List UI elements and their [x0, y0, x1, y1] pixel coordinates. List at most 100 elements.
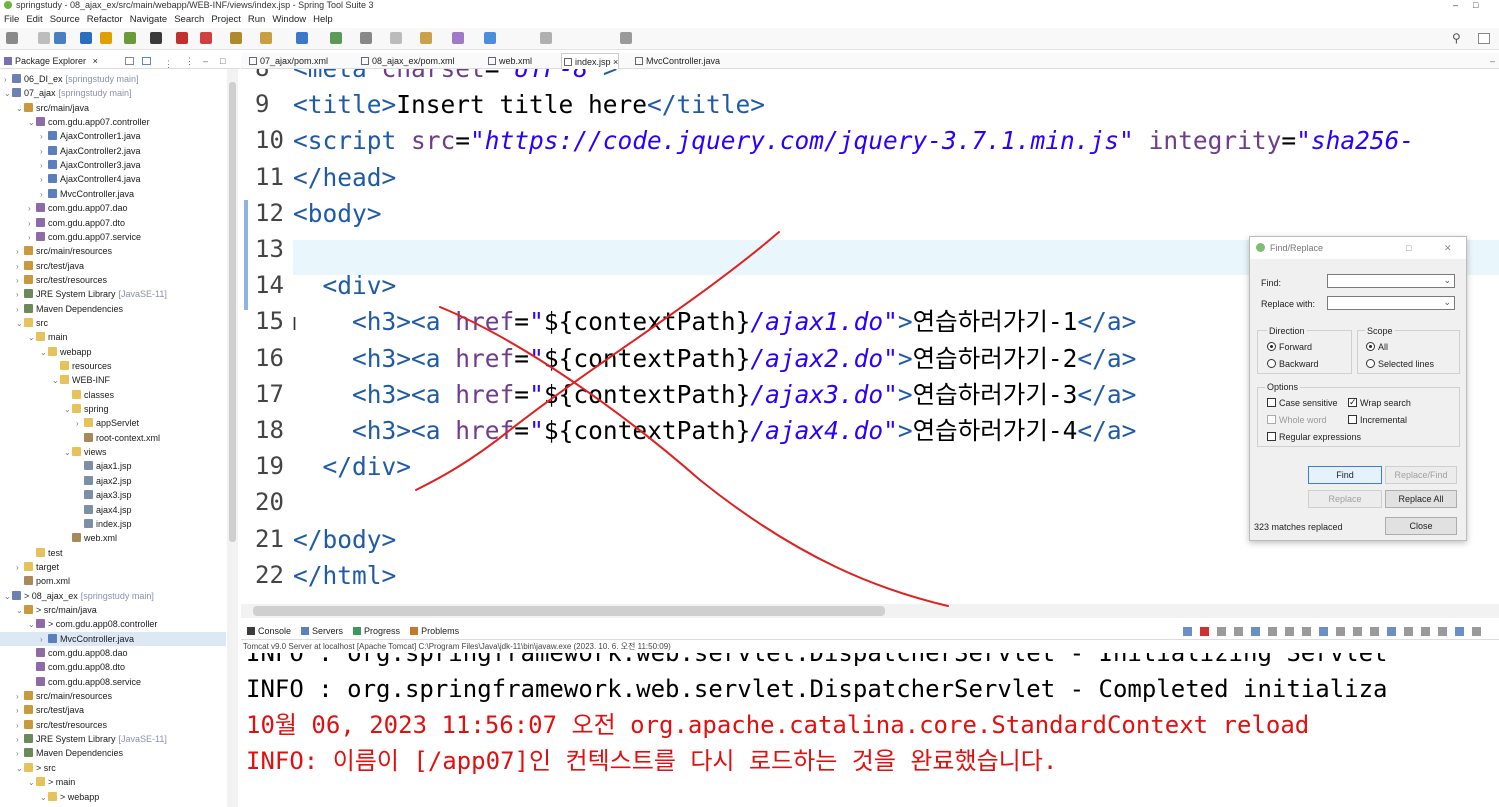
expanded-arrow-icon[interactable]: ⌄	[40, 791, 48, 805]
toolbar-button-icon[interactable]	[100, 32, 112, 44]
expanded-arrow-icon[interactable]: ⌄	[40, 346, 48, 360]
expanded-arrow-icon[interactable]: ⌄	[16, 604, 24, 618]
problems-tab[interactable]: Problems	[410, 626, 459, 636]
expanded-arrow-icon[interactable]: ⌄	[52, 374, 60, 388]
tree-item[interactable]: › AjaxController2.java	[0, 144, 141, 158]
menu-project[interactable]: Project	[211, 14, 241, 25]
tree-item[interactable]: resources	[0, 359, 112, 373]
tree-item[interactable]: ⌄ > webapp	[0, 790, 99, 804]
toolbar-button-icon[interactable]	[150, 32, 162, 44]
console-action-icon[interactable]	[1353, 627, 1362, 636]
maximize-button[interactable]: □	[1473, 0, 1478, 10]
tree-item[interactable]: › src/test/java	[0, 703, 84, 717]
console-output[interactable]: INFO : org.springframework.web.servlet.D…	[241, 653, 1499, 807]
console-action-icon[interactable]	[1336, 627, 1345, 636]
tree-item[interactable]: ⌄ webapp	[0, 345, 92, 359]
toolbar-button-icon[interactable]	[260, 32, 272, 44]
tree-item[interactable]: › src/test/java	[0, 259, 84, 273]
tree-item[interactable]: test	[0, 546, 63, 560]
editor-tab[interactable]: index.jsp ×	[561, 53, 620, 69]
expanded-arrow-icon[interactable]: ⌄	[16, 317, 24, 331]
collapsed-arrow-icon[interactable]: ›	[40, 159, 48, 173]
console-action-icon[interactable]	[1183, 627, 1192, 636]
menu-run[interactable]: Run	[248, 14, 265, 25]
toolbar-button-icon[interactable]	[54, 32, 66, 44]
tree-item[interactable]: › 06_DI_ex [springstudy main]	[0, 72, 139, 86]
tree-item[interactable]: › com.gdu.app07.dto	[0, 216, 125, 230]
tree-item[interactable]: ⌄ src	[0, 316, 48, 330]
selected-lines-radio[interactable]: Selected lines	[1366, 358, 1434, 370]
toolbar-button-icon[interactable]	[296, 32, 308, 44]
tree-item[interactable]: › JRE System Library [JavaSE-11]	[0, 287, 167, 301]
menu-help[interactable]: Help	[313, 14, 333, 25]
menu-navigate[interactable]: Navigate	[130, 14, 168, 25]
expanded-arrow-icon[interactable]: ⌄	[16, 102, 24, 116]
console-action-icon[interactable]	[1404, 627, 1413, 636]
menu-edit[interactable]: Edit	[26, 14, 42, 25]
replace-find-button[interactable]: Replace/Find	[1385, 466, 1457, 484]
tree-item[interactable]: pom.xml	[0, 574, 70, 588]
tree-item[interactable]: › Maven Dependencies	[0, 302, 123, 316]
close-icon[interactable]: ×	[611, 57, 618, 67]
code-line[interactable]: <h3><a href="${contextPath}/ajax1.do">연습…	[293, 304, 1136, 339]
editor-tab[interactable]: MvcController.java	[633, 53, 720, 69]
tree-item[interactable]: index.jsp	[0, 517, 132, 531]
toolbar-button-icon[interactable]	[484, 32, 496, 44]
tree-item[interactable]: ⌄ 07_ajax [springstudy main]	[0, 86, 132, 100]
collapsed-arrow-icon[interactable]: ›	[16, 561, 24, 575]
collapsed-arrow-icon[interactable]: ›	[28, 202, 36, 216]
package-explorer-scroll-thumb[interactable]	[229, 82, 236, 542]
tree-item[interactable]: › AjaxController3.java	[0, 158, 141, 172]
tree-item[interactable]: › AjaxController1.java	[0, 129, 141, 143]
tree-item[interactable]: › target	[0, 560, 59, 574]
tree-item[interactable]: › appServlet	[0, 416, 139, 430]
expanded-arrow-icon[interactable]: ⌄	[28, 116, 36, 130]
console-action-icon[interactable]	[1387, 627, 1396, 636]
perspective-icon[interactable]	[1478, 33, 1490, 44]
tree-item[interactable]: ⌄ views	[0, 445, 107, 459]
console-action-icon[interactable]	[1302, 627, 1311, 636]
code-line[interactable]: <body>	[293, 196, 382, 231]
tree-item[interactable]: ⌄ main	[0, 330, 68, 344]
find-input[interactable]: ⌄	[1327, 274, 1455, 288]
chevron-down-icon[interactable]: ⌄	[1443, 275, 1451, 286]
tree-item[interactable]: ajax1.jsp	[0, 459, 132, 473]
tree-item[interactable]: › src/test/resources	[0, 718, 107, 732]
collapsed-arrow-icon[interactable]: ›	[16, 245, 24, 259]
tree-item[interactable]: › JRE System Library [JavaSE-11]	[0, 732, 167, 746]
tree-item[interactable]: root-context.xml	[0, 431, 160, 445]
toolbar-button-icon[interactable]	[6, 32, 18, 44]
console-action-icon[interactable]	[1370, 627, 1379, 636]
package-explorer-tab[interactable]: Package Explorer	[15, 56, 86, 66]
console-action-icon[interactable]	[1251, 627, 1260, 636]
replace-input[interactable]: ⌄	[1327, 296, 1455, 310]
collapsed-arrow-icon[interactable]: ›	[16, 260, 24, 274]
toolbar-button-icon[interactable]	[330, 32, 342, 44]
code-line[interactable]: <div>	[293, 268, 397, 303]
minimize-view-icon[interactable]: –	[203, 53, 208, 69]
case-sensitive-checkbox[interactable]: Case sensitive	[1267, 397, 1338, 409]
console-action-icon[interactable]	[1234, 627, 1243, 636]
tree-item[interactable]: ⌄ com.gdu.app07.controller	[0, 115, 150, 129]
collapsed-arrow-icon[interactable]: ›	[40, 130, 48, 144]
tree-item[interactable]: ⌄ > main	[0, 775, 75, 789]
console-action-icon[interactable]	[1455, 627, 1464, 636]
menu-source[interactable]: Source	[50, 14, 80, 25]
console-action-icon[interactable]	[1285, 627, 1294, 636]
toolbar-button-icon[interactable]	[230, 32, 242, 44]
code-line[interactable]: <h3><a href="${contextPath}/ajax4.do">연습…	[293, 413, 1136, 448]
toolbar-button-icon[interactable]	[452, 32, 464, 44]
view-menu-icon[interactable]: ⋮	[185, 53, 194, 69]
tree-item[interactable]: › MvcController.java	[0, 631, 226, 646]
menu-window[interactable]: Window	[272, 14, 306, 25]
menu-search[interactable]: Search	[174, 14, 204, 25]
editor-tab[interactable]: 07_ajax/pom.xml	[247, 53, 328, 69]
collapsed-arrow-icon[interactable]: ›	[16, 288, 24, 302]
menu-refactor[interactable]: Refactor	[87, 14, 123, 25]
collapsed-arrow-icon[interactable]: ›	[40, 145, 48, 159]
wrap-search-checkbox[interactable]: ✓ Wrap search	[1348, 397, 1411, 409]
console-action-icon[interactable]	[1319, 627, 1328, 636]
search-icon[interactable]: ⚲	[1452, 31, 1461, 45]
toolbar-button-icon[interactable]	[540, 32, 552, 44]
collapsed-arrow-icon[interactable]: ›	[16, 733, 24, 747]
